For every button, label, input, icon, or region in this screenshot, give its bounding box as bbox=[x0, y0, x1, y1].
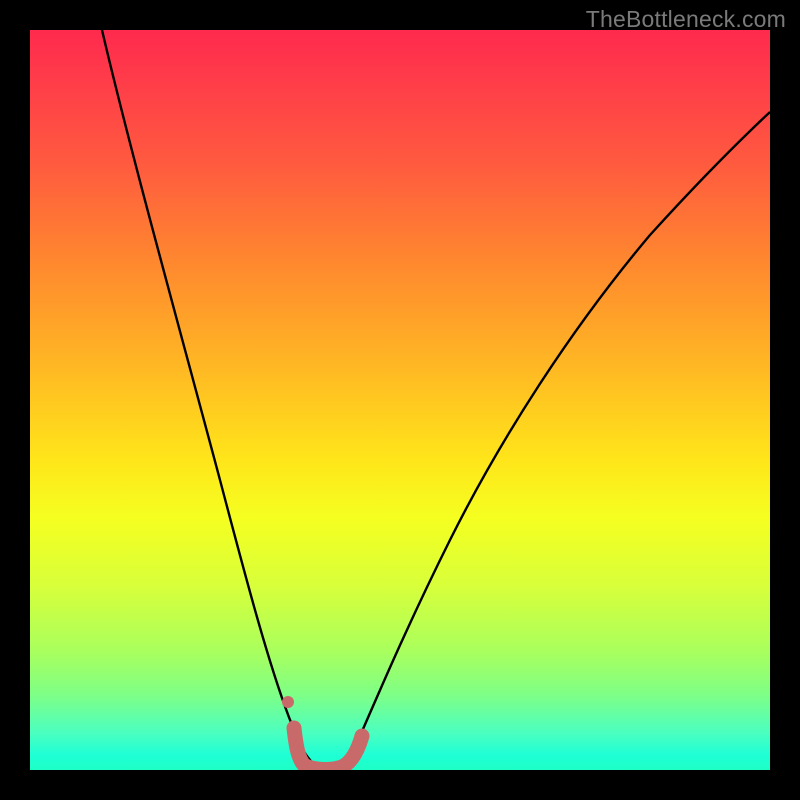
marker-dot bbox=[282, 696, 294, 708]
marker-base-arc bbox=[294, 728, 362, 769]
curve-svg bbox=[30, 30, 770, 770]
bottleneck-curve bbox=[102, 30, 770, 770]
highlight-dots bbox=[282, 696, 362, 769]
watermark-text: TheBottleneck.com bbox=[586, 6, 786, 33]
plot-frame bbox=[30, 30, 770, 770]
